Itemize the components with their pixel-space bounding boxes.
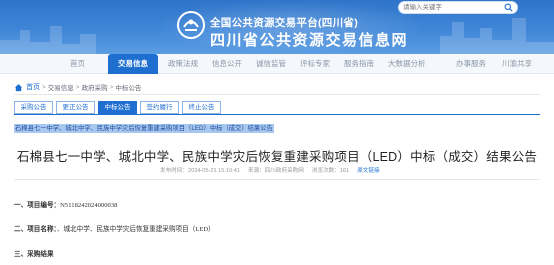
platform-logo (177, 11, 205, 39)
nav-item-home[interactable]: 首页 (70, 54, 85, 74)
search-icon[interactable] (504, 3, 513, 12)
nav-item-trade-info[interactable]: 交易信息 (108, 54, 158, 74)
view-count: 浏览次数：161 (311, 168, 350, 174)
breadcrumb-separator: > (109, 83, 114, 91)
breadcrumb-gov-procurement[interactable]: 政府采购 (82, 82, 108, 92)
publish-time: 发布时间：2024-05-21 15:10:41 (160, 168, 240, 174)
section-label: 二、项目名称： (14, 226, 57, 233)
breadcrumb: 首页 > 交易信息 > 政府采购 > 中标公告 (14, 80, 141, 94)
search-input[interactable] (403, 2, 493, 13)
breadcrumb-trade-info[interactable]: 交易信息 (48, 82, 74, 92)
nav-item-guide[interactable]: 服务指南 (344, 54, 374, 74)
nav-item-bigdata[interactable]: 大数据分析 (388, 54, 426, 74)
tab-contract-performance[interactable]: 签约履行 (140, 101, 179, 114)
tab-correction-notice[interactable]: 更正公告 (56, 101, 95, 114)
section-value: 、城北中学、民族中学灾后恢复重建采购项目（LED） (56, 226, 215, 233)
section-label: 三、采购结果 (14, 251, 54, 258)
nav-item-experts[interactable]: 评标专家 (300, 54, 330, 74)
tab-procurement-notice[interactable]: 采购公告 (14, 101, 53, 114)
section-project-number: 一、项目编号：N5118242024000038 (14, 199, 117, 209)
main-nav: 首页 交易信息 政策法规 信息公开 诚信监管 评标专家 服务指南 大数据分析 办… (0, 54, 554, 74)
breadcrumb-separator: > (75, 83, 80, 91)
site-title: 四川省公共资源交易信息网 (210, 32, 409, 49)
breadcrumb-separator: > (42, 83, 46, 91)
section-project-name: 二、项目名称：、城北中学、民族中学灾后恢复重建采购项目（LED） (14, 223, 215, 233)
nav-item-disclosure[interactable]: 信息公开 (212, 54, 242, 74)
section-label: 一、项目编号： (14, 202, 61, 209)
tab-termination-notice[interactable]: 终止公告 (182, 101, 221, 114)
platform-title: 全国公共资源交易平台(四川省) (210, 17, 358, 29)
source: 来源：四川政府采购网 (247, 168, 304, 174)
breadcrumb-home[interactable]: 首页 (26, 82, 40, 92)
divider (14, 179, 540, 180)
home-icon (14, 83, 23, 91)
tabs-underline (14, 114, 540, 115)
breadcrumb-award-notice[interactable]: 中标公告 (115, 82, 141, 92)
divider (14, 94, 540, 95)
section-result: 三、采购结果 (14, 248, 54, 258)
nav-item-chuanyu[interactable]: 川渝共享 (502, 54, 532, 74)
selected-title-text: 石棉县七一中学、城北中学、民族中学灾后恢复重建采购项目（LED）中标（成交）结果… (14, 124, 274, 133)
search-box (398, 1, 518, 14)
nav-item-services[interactable]: 办事服务 (456, 54, 486, 74)
header-banner: 全国公共资源交易平台(四川省) 四川省公共资源交易信息网 (0, 0, 554, 54)
article-title: 石棉县七一中学、城北中学、民族中学灾后恢复重建采购项目（LED）中标（成交）结果… (16, 150, 538, 164)
original-link[interactable]: 原文链接 (357, 167, 379, 176)
article-meta: 发布时间：2024-05-21 15:10:41 来源：四川政府采购网 浏览次数… (160, 167, 380, 176)
nav-item-policy[interactable]: 政策法规 (168, 54, 198, 74)
nav-item-credit[interactable]: 诚信监管 (256, 54, 286, 74)
section-value: N5118242024000038 (60, 202, 118, 209)
tab-award-notice[interactable]: 中标公告 (98, 101, 137, 114)
